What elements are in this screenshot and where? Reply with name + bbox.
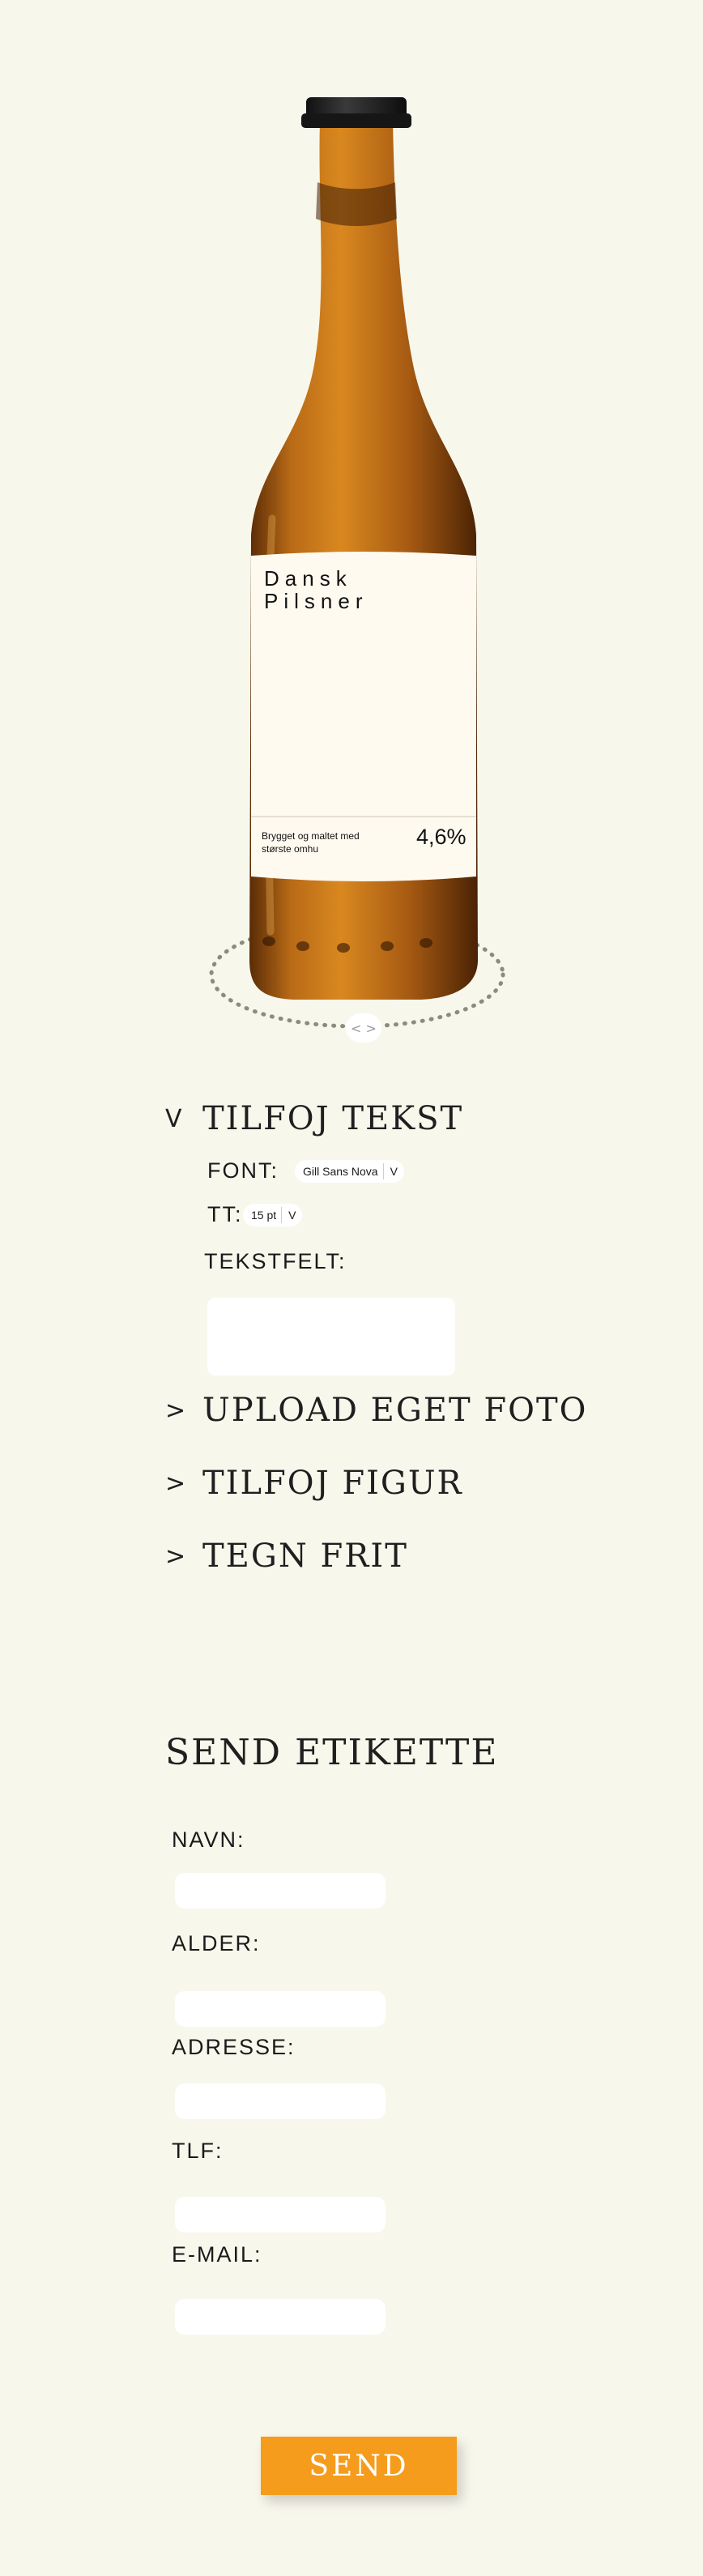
age-label: ALDER:: [172, 1931, 261, 1955]
label-brand-line2: Pilsner: [264, 589, 369, 613]
label-brand-name: Dansk Pilsner: [264, 567, 368, 612]
rotate-handle[interactable]: < >: [346, 1013, 381, 1043]
address-label: ADRESSE:: [172, 2035, 296, 2059]
label-abv: 4,6%: [416, 825, 467, 849]
section-free-draw-title: TEGN FRIT: [202, 1537, 408, 1575]
form-title: SEND ETIKETTE: [165, 1732, 499, 1773]
address-field[interactable]: [175, 2083, 386, 2119]
chevron-down-icon: V: [165, 1104, 184, 1133]
email-field[interactable]: [175, 2299, 386, 2335]
chevron-right-icon: >: [165, 1542, 188, 1571]
font-select-value: Gill Sans Nova: [303, 1165, 378, 1178]
bottle-preview: Dansk Pilsner Brygget og maltet med stør…: [0, 0, 703, 1061]
phone-label: TLF:: [172, 2139, 224, 2163]
text-input[interactable]: [207, 1298, 455, 1375]
chevron-down-icon: V: [281, 1207, 302, 1223]
section-add-shape[interactable]: > TILFOJ FIGUR: [165, 1465, 463, 1502]
age-field[interactable]: [175, 1991, 386, 2027]
section-add-shape-title: TILFOJ FIGUR: [202, 1465, 463, 1502]
text-size-label: TT:: [207, 1202, 243, 1226]
label-brand-line1: Dansk: [264, 566, 352, 591]
send-button[interactable]: SEND: [261, 2437, 457, 2495]
section-upload-photo-title: UPLOAD EGET FOTO: [202, 1392, 588, 1429]
name-field[interactable]: [175, 1873, 386, 1909]
section-add-text-title: TILFOJ TEKST: [202, 1100, 464, 1137]
textfield-label: TEKSTFELT:: [204, 1249, 347, 1273]
chevron-right-icon: >: [165, 1469, 188, 1498]
chevron-down-icon: V: [382, 1163, 404, 1179]
font-select[interactable]: Gill Sans Nova V: [295, 1160, 404, 1183]
section-upload-photo[interactable]: > UPLOAD EGET FOTO: [165, 1392, 587, 1429]
text-size-select[interactable]: 15 pt V: [243, 1204, 303, 1226]
text-size-value: 15 pt: [251, 1209, 277, 1222]
phone-field[interactable]: [175, 2197, 386, 2233]
font-label: FONT:: [207, 1158, 279, 1183]
chevron-right-icon: >: [165, 1396, 188, 1425]
section-free-draw[interactable]: > TEGN FRIT: [165, 1537, 408, 1575]
label-tagline: Brygget og maltet med største omhu: [262, 830, 360, 855]
bottle-illustration: [209, 97, 505, 1029]
section-add-text[interactable]: V TILFOJ TEKST: [165, 1100, 463, 1137]
email-label: E-MAIL:: [172, 2242, 262, 2267]
name-label: NAVN:: [172, 1828, 245, 1852]
